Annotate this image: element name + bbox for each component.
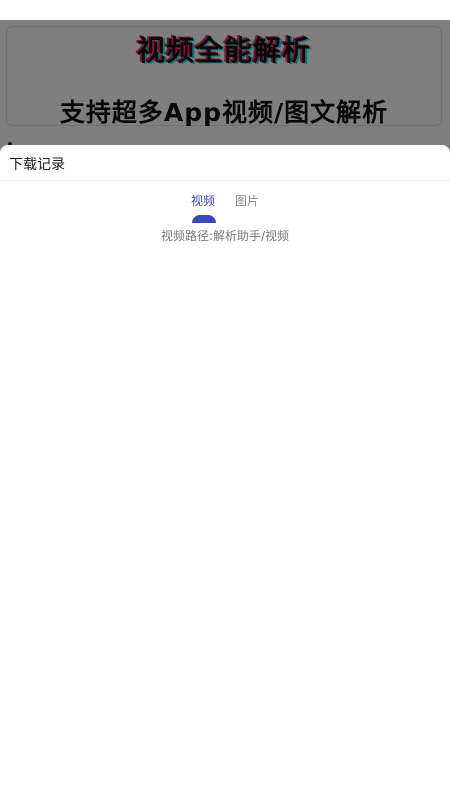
sheet-title: 下载记录: [9, 157, 65, 173]
active-tab-indicator: [192, 215, 216, 223]
tab-bar: 视频 图片: [0, 193, 450, 223]
tab-video[interactable]: 视频: [191, 193, 215, 209]
sheet-header: 下载记录: [0, 145, 450, 181]
records-list: [0, 245, 450, 800]
status-bar: [0, 0, 450, 20]
download-path-text: 视频路径:解析助手/视频: [160, 229, 290, 243]
download-records-sheet: 下载记录 视频 图片 视频路径:解析助手/视频: [0, 145, 450, 800]
screen: 视频全能解析 支持超多App视频/图文解析 下载记录 视频 图片 视频路径:解析…: [0, 0, 450, 800]
tab-image[interactable]: 图片: [235, 193, 259, 209]
